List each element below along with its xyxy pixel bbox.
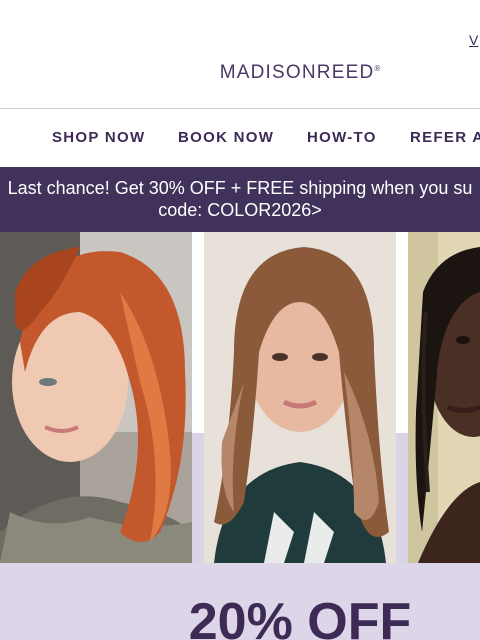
portrait-redhead-photo[interactable] [0, 232, 192, 563]
registered-mark: ® [374, 64, 381, 73]
portrait-brunette-photo[interactable] [204, 232, 396, 563]
nav-refer[interactable]: REFER A [410, 129, 480, 146]
banner-line-1: Last chance! Get 30% OFF + FREE shipping… [7, 178, 473, 198]
photo-strip [0, 232, 480, 563]
banner-line-2: code: COLOR2026> [158, 200, 322, 220]
nav-book-now[interactable]: BOOK NOW [178, 129, 274, 146]
email-header: V MADISONREED® [0, 0, 480, 108]
promo-banner[interactable]: Last chance! Get 30% OFF + FREE shipping… [0, 167, 480, 232]
nav-how-to[interactable]: HOW-TO [307, 129, 377, 146]
banner-text: Last chance! Get 30% OFF + FREE shipping… [0, 177, 480, 221]
promo-headline: 20% OFF [188, 593, 412, 640]
main-nav: SHOP NOW BOOK NOW HOW-TO REFER A [0, 109, 480, 167]
nav-shop-now[interactable]: SHOP NOW [52, 129, 145, 146]
madison-reed-logo[interactable]: MADISONREED® [0, 62, 480, 84]
portrait-dark-hair-photo[interactable] [408, 232, 480, 563]
view-in-browser-link[interactable]: V [469, 32, 478, 48]
promo-section: 20% OFF [0, 563, 480, 640]
logo-text: MADISONREED [219, 62, 375, 83]
